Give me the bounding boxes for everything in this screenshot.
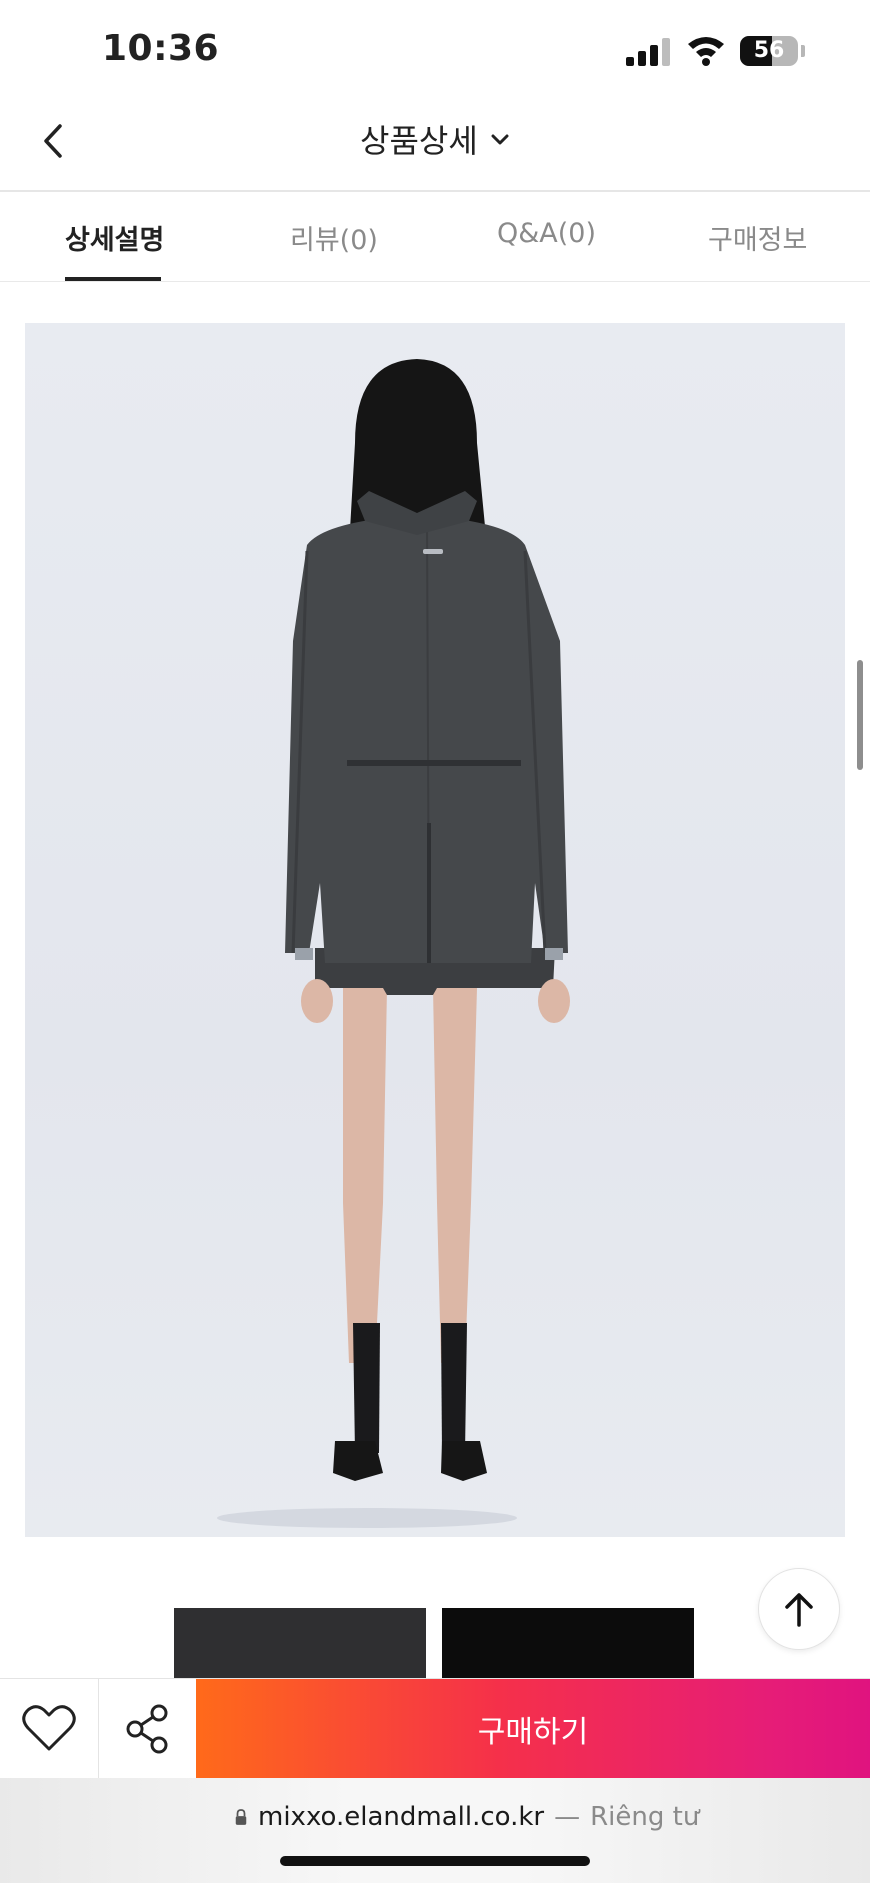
scroll-to-top-button[interactable] [758, 1568, 840, 1650]
status-time: 10:36 [102, 28, 220, 69]
url-separator: — [554, 1802, 581, 1832]
tab-qna[interactable]: Q&A(0) [497, 218, 596, 249]
share-icon [126, 1704, 168, 1754]
wifi-icon [688, 37, 724, 66]
status-bar: 10:36 56 [0, 0, 870, 96]
bottom-action-bar: 구매하기 [0, 1678, 870, 1779]
privacy-label: Riêng tư [590, 1802, 700, 1832]
arrow-up-icon [785, 1593, 813, 1627]
cellular-signal-icon [626, 38, 670, 66]
lock-icon [235, 1809, 247, 1825]
wishlist-button[interactable] [0, 1679, 99, 1779]
fabric-swatch-black [442, 1608, 694, 1678]
product-detail-content [0, 282, 870, 1678]
battery-nub [801, 45, 805, 57]
fabric-swatch-gray [174, 1608, 426, 1678]
chevron-left-icon [44, 124, 62, 158]
page-title-dropdown[interactable]: 상품상세 [360, 116, 512, 162]
back-button[interactable] [30, 114, 86, 170]
chevron-down-icon [491, 134, 509, 145]
url-field[interactable]: mixxo.elandmall.co.kr — Riêng tư [234, 1802, 699, 1832]
home-indicator[interactable] [280, 1856, 590, 1866]
active-tab-underline [65, 277, 161, 281]
scroll-indicator[interactable] [857, 660, 863, 770]
product-photo [25, 323, 845, 1537]
heart-icon [22, 1705, 76, 1751]
share-button[interactable] [99, 1679, 195, 1779]
tab-reviews[interactable]: 리뷰(0) [290, 218, 378, 257]
battery-indicator: 56 [740, 36, 798, 66]
detail-tabs: 상세설명 리뷰(0) Q&A(0) 구매정보 [0, 192, 870, 282]
tab-purchase-info[interactable]: 구매정보 [708, 218, 807, 257]
url-domain: mixxo.elandmall.co.kr [258, 1802, 545, 1832]
browser-address-bar: mixxo.elandmall.co.kr — Riêng tư [0, 1778, 870, 1883]
battery-percent: 56 [753, 38, 785, 63]
model-illustration [217, 359, 570, 1528]
tab-description[interactable]: 상세설명 [65, 218, 164, 257]
buy-button[interactable]: 구매하기 [196, 1679, 870, 1779]
page-title: 상품상세 [360, 122, 478, 160]
page-header: 상품상세 [0, 96, 870, 192]
